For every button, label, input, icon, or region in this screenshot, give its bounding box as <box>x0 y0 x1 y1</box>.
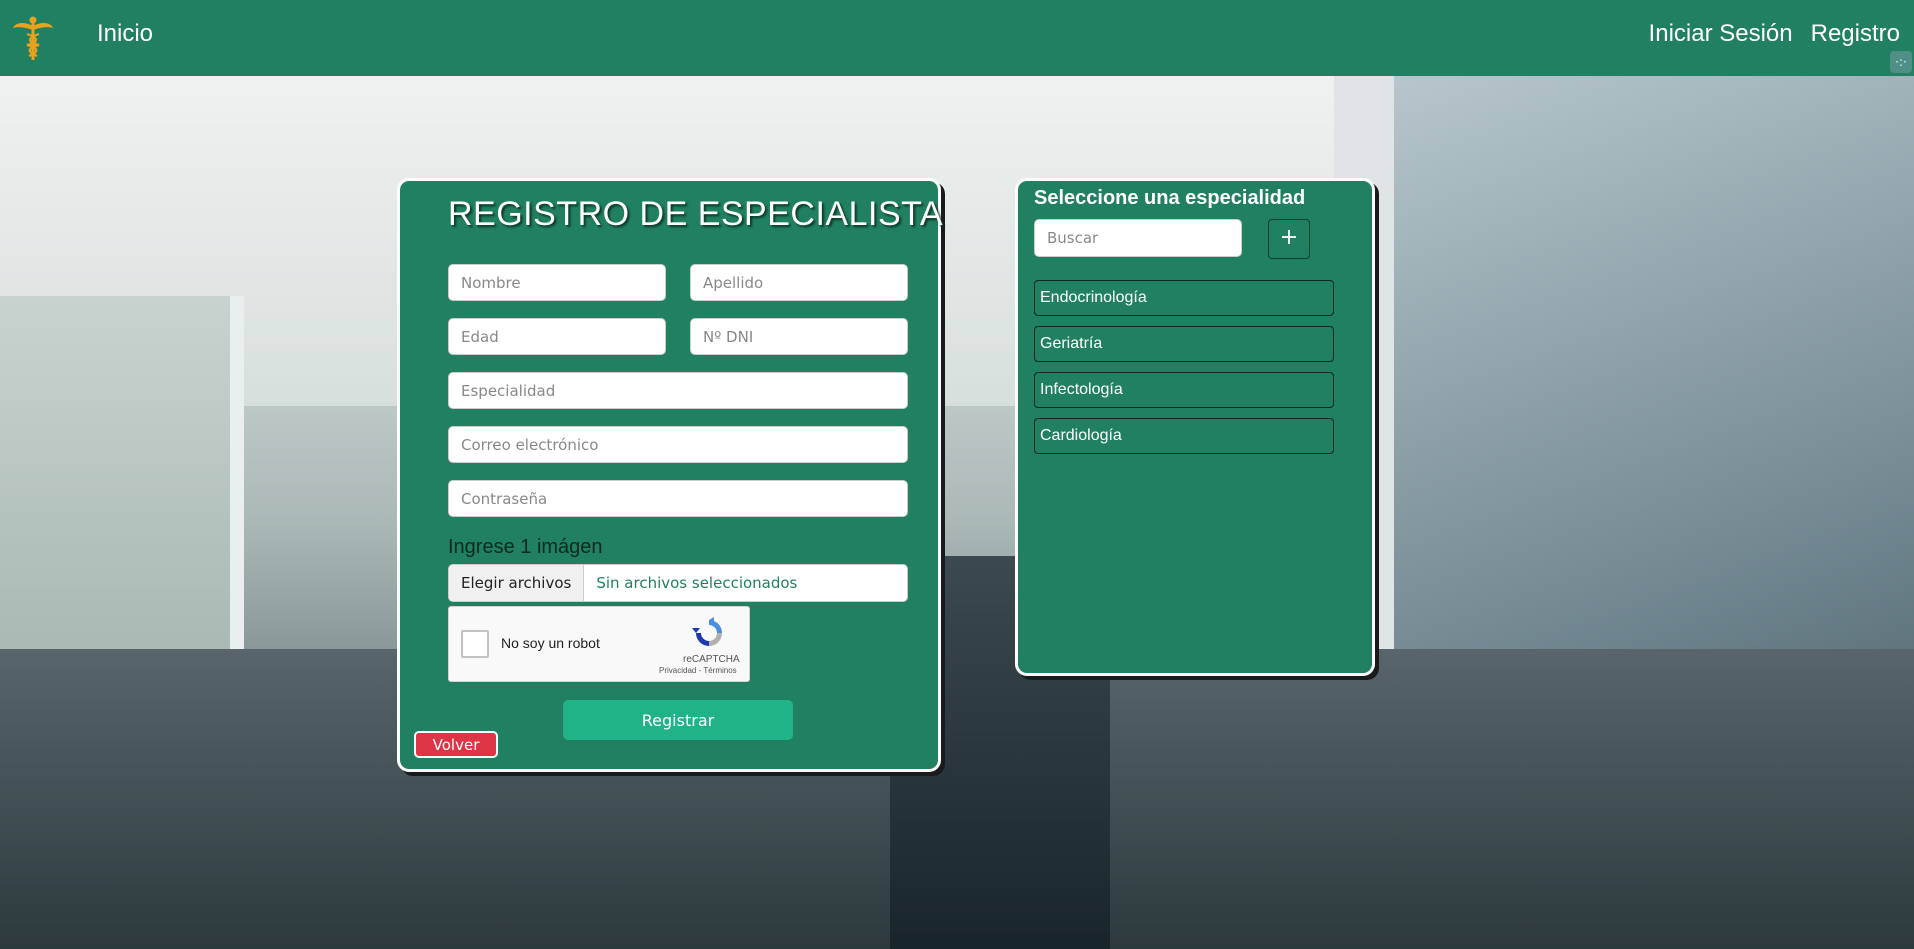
dni-input[interactable] <box>690 318 908 355</box>
specialty-search-input[interactable] <box>1034 219 1242 257</box>
register-button[interactable]: Registrar <box>563 700 793 740</box>
navbar: Inicio Iniciar Sesión Registro <box>0 0 1914 76</box>
background-image <box>0 76 1914 949</box>
age-input[interactable] <box>448 318 666 355</box>
registration-card: REGISTRO DE ESPECIALISTA Ingrese 1 imáge… <box>397 178 944 772</box>
first-name-input[interactable] <box>448 264 666 301</box>
specialty-card: Seleccione una especialidad + Endocrinol… <box>1015 178 1375 676</box>
specialty-item[interactable]: Endocrinología <box>1034 280 1334 316</box>
nav-right-links: Iniciar Sesión Registro <box>1649 20 1900 48</box>
specialty-item[interactable]: Geriatría <box>1034 326 1334 362</box>
add-specialty-button[interactable]: + <box>1268 219 1310 259</box>
image-upload-label: Ingrese 1 imágen <box>448 536 603 558</box>
file-status-text: Sin archivos seleccionados <box>596 574 798 592</box>
recaptcha-label: No soy un robot <box>501 635 600 651</box>
recaptcha-widget: No soy un robot reCAPTCHA Privacidad - T… <box>448 606 750 682</box>
specialty-item[interactable]: Cardiología <box>1034 418 1334 454</box>
specialty-input[interactable] <box>448 372 908 409</box>
file-upload-field[interactable]: Elegir archivos Sin archivos seleccionad… <box>448 564 908 602</box>
nav-home-link[interactable]: Inicio <box>97 20 153 48</box>
nav-login-link[interactable]: Iniciar Sesión <box>1649 20 1793 48</box>
nav-register-link[interactable]: Registro <box>1811 20 1900 48</box>
registration-title: REGISTRO DE ESPECIALISTA <box>448 195 944 233</box>
specialty-title: Seleccione una especialidad <box>1034 187 1306 209</box>
choose-files-button[interactable]: Elegir archivos <box>449 565 585 601</box>
back-button[interactable]: Volver <box>414 731 498 758</box>
recaptcha-links[interactable]: Privacidad - Términos <box>659 666 737 675</box>
recaptcha-brand: reCAPTCHA <box>683 654 740 665</box>
extension-icon[interactable]: ·:· <box>1890 51 1912 73</box>
specialty-item[interactable]: Infectología <box>1034 372 1334 408</box>
email-input[interactable] <box>448 426 908 463</box>
caduceus-logo-icon[interactable] <box>12 14 54 62</box>
password-input[interactable] <box>448 480 908 517</box>
recaptcha-logo-icon <box>692 617 722 646</box>
recaptcha-checkbox[interactable] <box>461 630 489 658</box>
last-name-input[interactable] <box>690 264 908 301</box>
